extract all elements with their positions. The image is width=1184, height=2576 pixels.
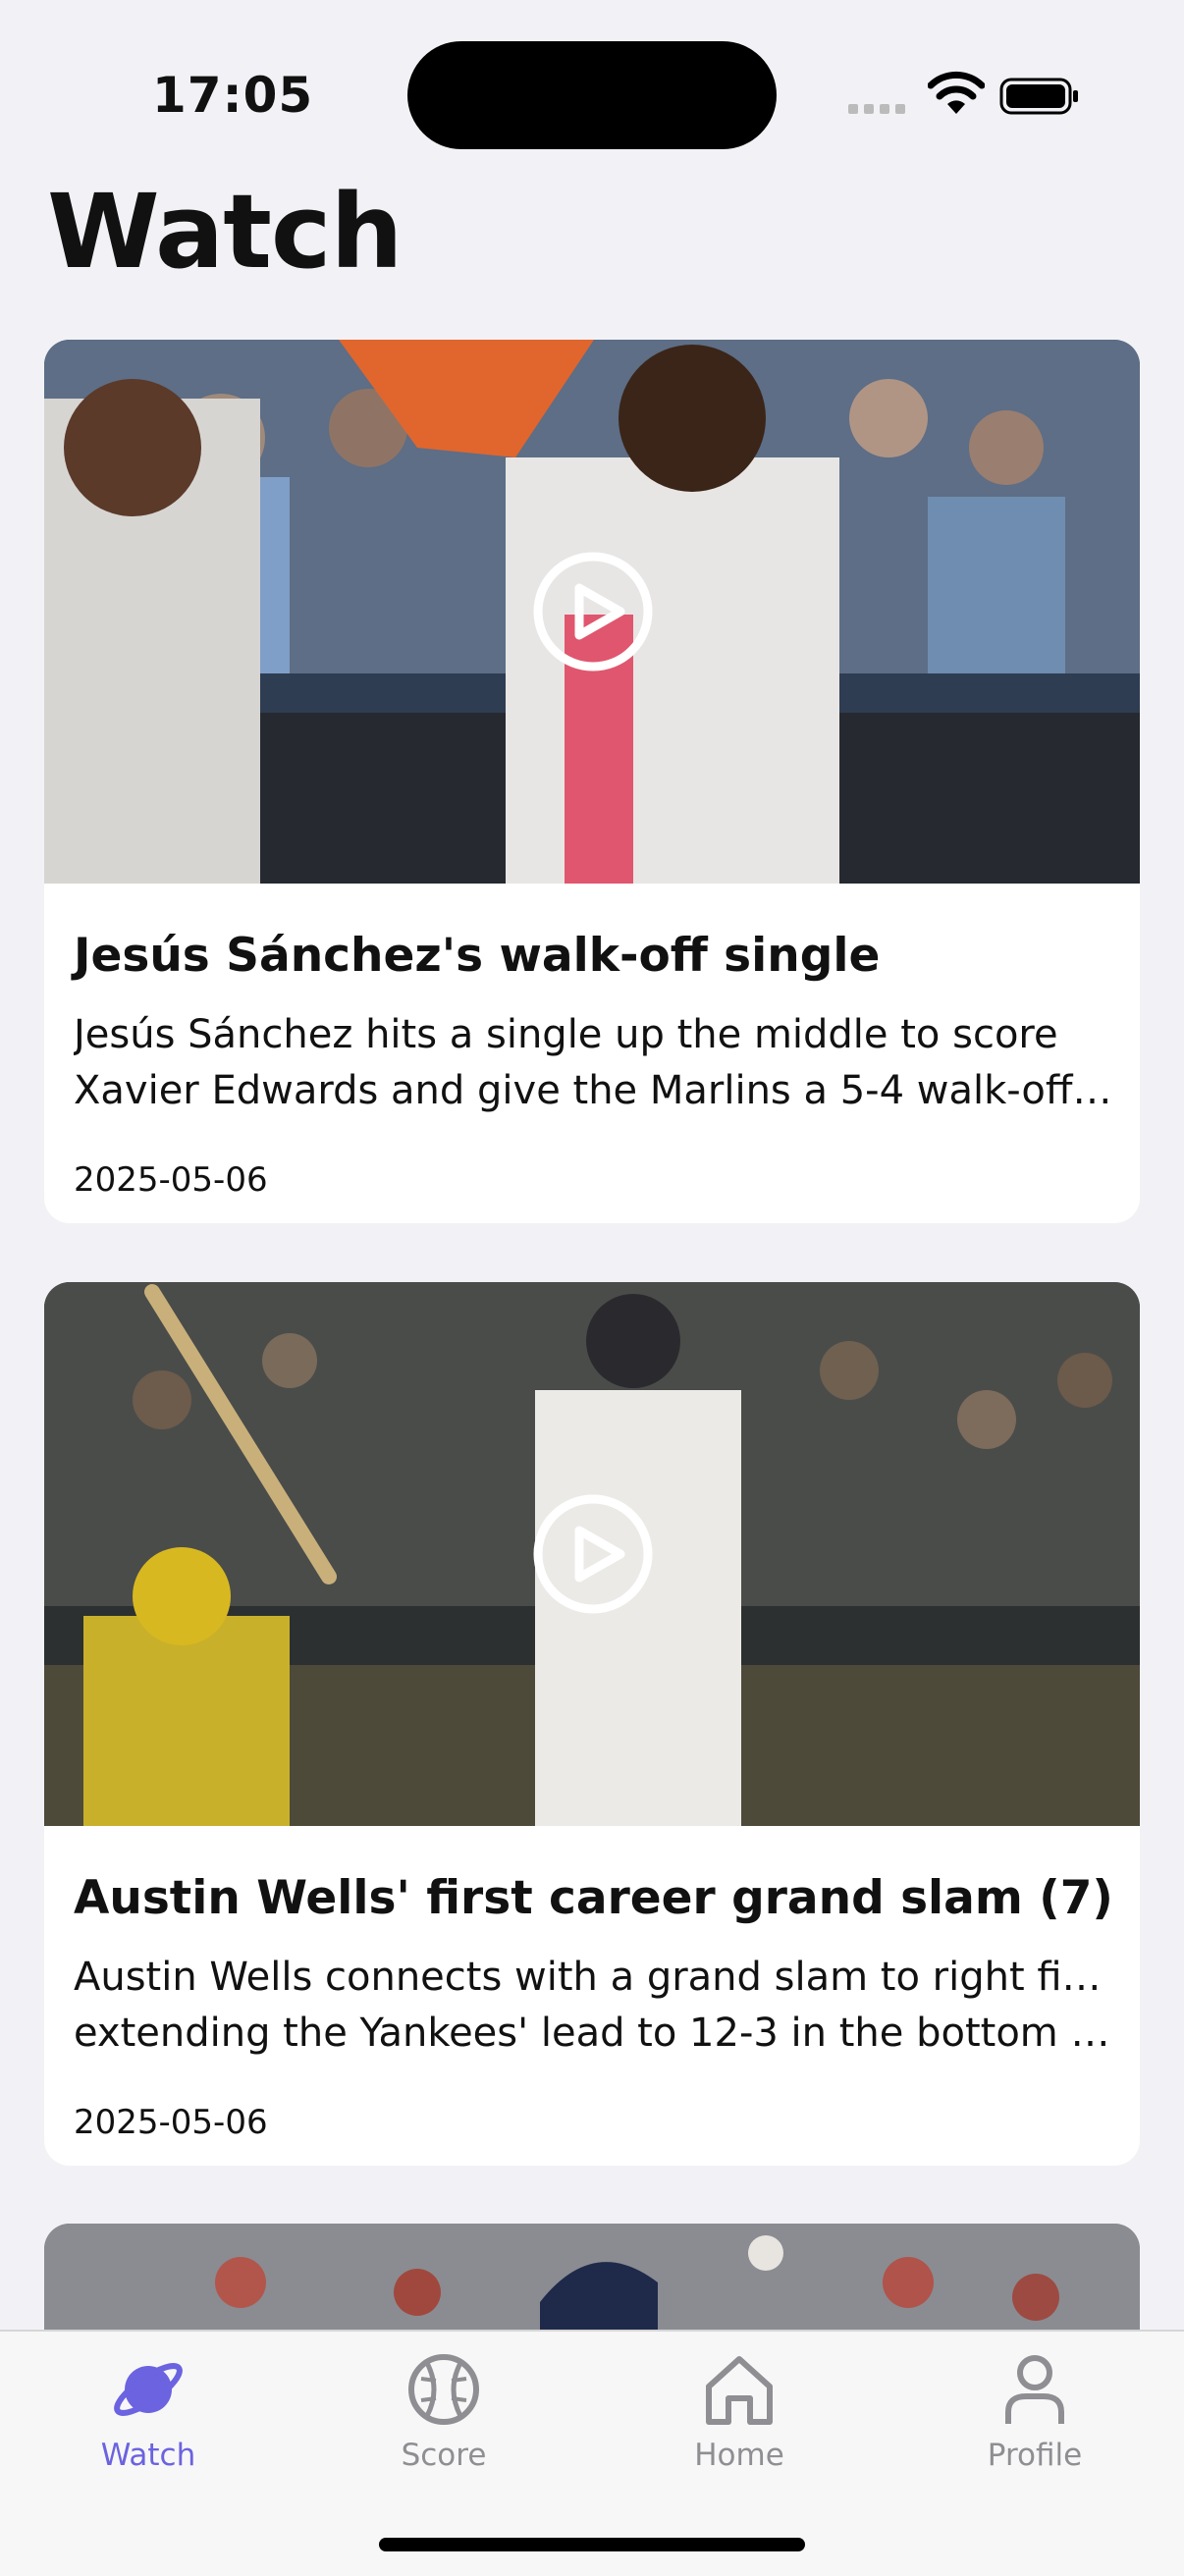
- tab-label: Watch: [100, 2438, 196, 2473]
- tab-watch[interactable]: Watch: [50, 2351, 246, 2498]
- battery-icon: [999, 78, 1078, 115]
- video-description: Jesús Sánchez hits a single up the middl…: [74, 1007, 1114, 1119]
- tab-label: Profile: [987, 2438, 1083, 2473]
- baseball-icon: [408, 2354, 479, 2425]
- video-date: 2025-05-06: [74, 2103, 268, 2142]
- video-description: Austin Wells connects with a grand slam …: [74, 1950, 1114, 2062]
- person-icon: [1005, 2355, 1064, 2424]
- video-title: Jesús Sánchez's walk-off single: [74, 929, 881, 983]
- home-icon: [706, 2356, 773, 2425]
- tab-score[interactable]: Score: [346, 2351, 542, 2498]
- wifi-icon: [928, 71, 985, 114]
- page-title: Watch: [47, 172, 404, 292]
- video-description-line: Jesús Sánchez hits a single up the middl…: [74, 1012, 1058, 1057]
- play-icon[interactable]: [532, 551, 654, 672]
- video-description-line: Austin Wells connects with a grand slam …: [74, 1955, 1114, 2000]
- home-indicator: [379, 2538, 805, 2551]
- tab-profile[interactable]: Profile: [937, 2351, 1133, 2498]
- video-card[interactable]: Jesús Sánchez's walk-off single Jesús Sá…: [44, 340, 1140, 1223]
- planet-icon: [114, 2363, 183, 2416]
- video-description-line: Xavier Edwards and give the Marlins a 5-…: [74, 1068, 1114, 1113]
- tab-label: Home: [694, 2438, 784, 2473]
- dynamic-island: [407, 41, 777, 149]
- video-card-partial[interactable]: [44, 2224, 1140, 2332]
- play-icon[interactable]: [532, 1493, 654, 1615]
- tab-home[interactable]: Home: [641, 2351, 837, 2498]
- video-description-line: extending the Yankees' lead to 12-3 in t…: [74, 2011, 1114, 2056]
- video-card[interactable]: Austin Wells' first career grand slam (7…: [44, 1282, 1140, 2166]
- status-bar: 17:05: [0, 0, 1184, 187]
- cellular-signal-icon: [848, 104, 907, 114]
- tab-label: Score: [401, 2438, 487, 2473]
- video-thumbnail[interactable]: [44, 2224, 1140, 2332]
- status-time: 17:05: [152, 67, 314, 124]
- video-title: Austin Wells' first career grand slam (7…: [74, 1871, 1113, 1925]
- video-date: 2025-05-06: [74, 1160, 268, 1200]
